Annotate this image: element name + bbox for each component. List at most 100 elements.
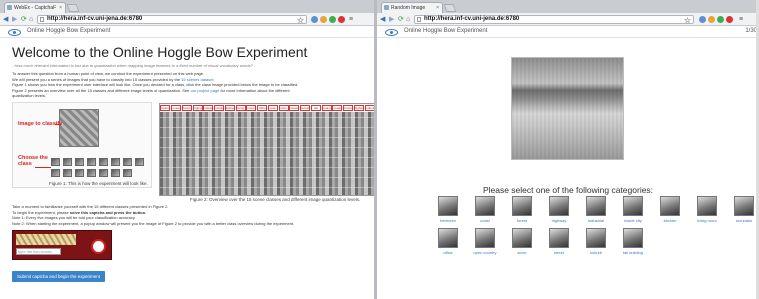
category-label[interactable]: living room — [691, 218, 723, 223]
dataset-link[interactable]: 15 scenes dataset — [181, 77, 213, 82]
category-thumbnail[interactable] — [697, 196, 717, 216]
favicon-icon — [7, 5, 12, 10]
category-thumbnail[interactable] — [660, 196, 680, 216]
browser-toolbar: ◀ ▶ ⟳ ⌂ http://hera.inf-cv.uni-jena.de:6… — [377, 13, 759, 26]
class-header-cell: inside city — [214, 104, 225, 111]
extension-icon[interactable] — [717, 16, 724, 23]
project-page-link[interactable]: our project page — [191, 88, 220, 93]
category-thumbnail[interactable] — [438, 228, 458, 248]
category-label[interactable]: office — [432, 250, 464, 255]
category-label[interactable]: forest — [506, 218, 538, 223]
tab-label: Random Image — [391, 5, 426, 11]
forward-arrow-icon[interactable]: ▶ — [389, 16, 394, 23]
submit-captcha-button[interactable]: Submit captcha and begin the experiment — [12, 271, 106, 283]
browser-toolbar: ◀ ▶ ⟳ ⌂ http://hera.inf-cv.uni-jena.de:6… — [0, 13, 374, 26]
category-thumbnail[interactable] — [734, 196, 754, 216]
category-label[interactable]: street — [543, 250, 575, 255]
category-office[interactable]: office — [432, 228, 464, 255]
bookmark-star-icon[interactable]: ☆ — [297, 17, 304, 25]
new-tab-button[interactable] — [66, 4, 80, 12]
category-mountain[interactable]: mountain — [728, 196, 759, 223]
captcha-widget: type the two words: — [12, 230, 112, 261]
category-street[interactable]: street — [543, 228, 575, 255]
category-thumbnail[interactable] — [475, 196, 495, 216]
url-text: http://hera.inf-cv.uni-jena.de:6780 — [424, 16, 520, 22]
close-tab-icon[interactable]: × — [59, 3, 62, 13]
category-prompt: Please select one of the following categ… — [482, 185, 654, 195]
captcha-logo-icon — [91, 239, 106, 255]
category-highway[interactable]: highway — [543, 196, 575, 223]
category-thumbnail[interactable] — [475, 228, 495, 248]
category-suburb[interactable]: suburb — [580, 228, 612, 255]
close-tab-icon[interactable]: × — [436, 3, 439, 13]
captcha-input[interactable]: type the two words: — [16, 248, 61, 256]
category-tall-building[interactable]: tall building — [617, 228, 649, 255]
category-label[interactable]: industrial — [580, 218, 612, 223]
class-header-cell: open country — [267, 104, 278, 111]
category-bedroom[interactable]: bedroom — [432, 196, 464, 223]
settings-icon[interactable]: ≡ — [349, 16, 353, 23]
bookmark-star-icon[interactable]: ☆ — [684, 17, 691, 25]
category-label[interactable]: tall building — [617, 250, 649, 255]
tab-bar: Random Image × — [377, 0, 759, 13]
forward-arrow-icon[interactable]: ▶ — [12, 16, 17, 23]
browser-tab[interactable]: WebEx - CaptchaF × — [4, 2, 66, 13]
category-thumbnail[interactable] — [586, 228, 606, 248]
category-thumbnail[interactable] — [549, 196, 569, 216]
settings-icon[interactable]: ≡ — [739, 16, 743, 23]
extension-icon[interactable] — [699, 16, 706, 23]
category-forest[interactable]: forest — [506, 196, 538, 223]
category-thumbnail[interactable] — [549, 228, 569, 248]
category-label[interactable]: suburb — [580, 250, 612, 255]
address-bar[interactable]: http://hera.inf-cv.uni-jena.de:6780 ☆ — [414, 15, 694, 25]
category-thumbnail[interactable] — [512, 196, 532, 216]
category-inside-city[interactable]: inside city — [617, 196, 649, 223]
site-header: Online Hoggle Bow Experiment — [0, 26, 374, 38]
extension-icon[interactable] — [311, 16, 318, 23]
extension-icon[interactable] — [329, 16, 336, 23]
category-kitchen[interactable]: kitchen — [654, 196, 686, 223]
back-arrow-icon[interactable]: ◀ — [380, 16, 385, 23]
category-label[interactable]: kitchen — [654, 218, 686, 223]
category-label[interactable]: highway — [543, 218, 575, 223]
category-label[interactable]: store — [506, 250, 538, 255]
category-label[interactable]: inside city — [617, 218, 649, 223]
class-header-cell: highway — [192, 104, 203, 111]
category-label[interactable]: mountain — [728, 218, 759, 223]
browser-window-left: WebEx - CaptchaF × ◀ ▶ ⟳ ⌂ http://hera.i… — [0, 0, 374, 299]
category-thumbnail[interactable] — [623, 196, 643, 216]
extension-icon[interactable] — [320, 16, 327, 23]
class-header-cell: coast — [171, 104, 182, 111]
category-thumbnail[interactable] — [512, 228, 532, 248]
extension-icon[interactable] — [708, 16, 715, 23]
category-label[interactable]: open country — [469, 250, 501, 255]
category-thumbnail[interactable] — [586, 196, 606, 216]
tab-label: WebEx - CaptchaF — [14, 5, 57, 11]
page-content: Welcome to the Online Hoggle Bow Experim… — [0, 38, 374, 283]
address-bar[interactable]: http://hera.inf-cv.uni-jena.de:6780 ☆ — [37, 15, 307, 25]
class-header-cell: forest — [181, 104, 192, 111]
category-store[interactable]: store — [506, 228, 538, 255]
reload-icon[interactable]: ⟳ — [21, 16, 27, 23]
category-living-room[interactable]: living room — [691, 196, 723, 223]
figure-2: bedroomcoastforesthighwayindustrialinsid… — [159, 102, 374, 197]
category-label[interactable]: coast — [469, 218, 501, 223]
extension-icon[interactable] — [338, 16, 345, 23]
category-thumbnail[interactable] — [438, 196, 458, 216]
new-tab-button[interactable] — [443, 4, 457, 12]
home-icon[interactable]: ⌂ — [406, 16, 410, 23]
class-header-cell: tall building — [310, 104, 321, 111]
category-coast[interactable]: coast — [469, 196, 501, 223]
home-icon[interactable]: ⌂ — [29, 16, 33, 23]
choose-class-label: Choose the class — [18, 154, 48, 167]
category-open-country[interactable]: open country — [469, 228, 501, 255]
extension-icon[interactable] — [726, 16, 733, 23]
site-title: Online Hoggle Bow Experiment — [404, 28, 488, 34]
browser-tab[interactable]: Random Image × — [381, 2, 443, 13]
category-thumbnail[interactable] — [623, 228, 643, 248]
category-label[interactable]: bedroom — [432, 218, 464, 223]
class-thumbnails — [51, 157, 146, 177]
back-arrow-icon[interactable]: ◀ — [3, 16, 8, 23]
category-industrial[interactable]: industrial — [580, 196, 612, 223]
reload-icon[interactable]: ⟳ — [398, 16, 404, 23]
